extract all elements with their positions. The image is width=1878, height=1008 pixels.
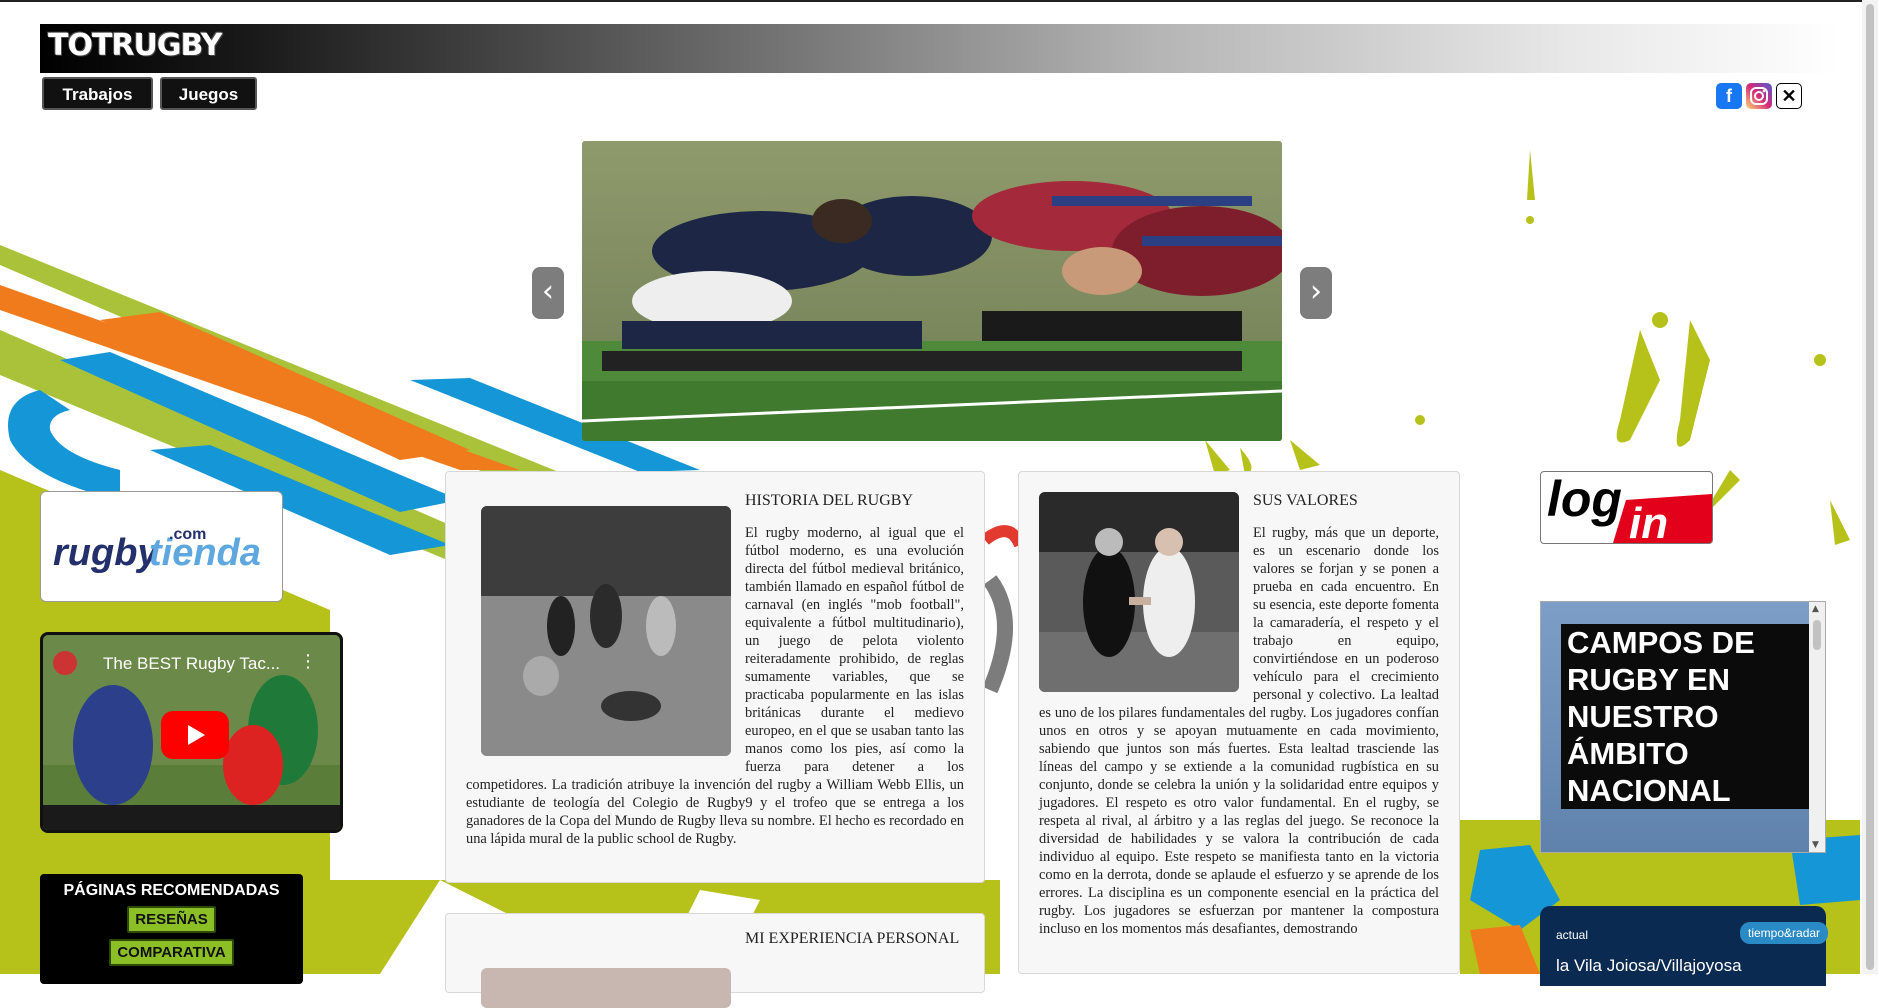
rugbytienda-logo: rugby tienda .com (53, 526, 261, 574)
page-scrollbar-thumb[interactable] (1866, 4, 1874, 970)
youtube-video-embed[interactable]: The BEST Rugby Tac... ⋮ (40, 632, 343, 833)
rugbytienda-banner[interactable]: rugby tienda .com (40, 491, 283, 602)
carousel-prev-button[interactable]: ‹ (532, 267, 564, 319)
svg-text:in: in (1629, 499, 1668, 543)
campos-widget[interactable]: CAMPOS DE RUGBY EN NUESTRO ÁMBITO NACION… (1540, 601, 1826, 853)
weather-brand[interactable]: tiempo&radar (1740, 922, 1829, 944)
experiencia-title: MI EXPERIENCIA PERSONAL (745, 930, 960, 947)
channel-avatar (53, 651, 77, 675)
weather-location: la Vila Joiosa/Villajoyosa (1556, 956, 1742, 975)
play-icon (188, 725, 205, 745)
video-title[interactable]: The BEST Rugby Tac... (103, 654, 280, 674)
article-historia: HISTORIA DEL RUGBY El rugby moderno, al … (445, 471, 985, 883)
carousel-next-button[interactable]: › (1300, 267, 1332, 319)
historia-photo (481, 506, 731, 756)
valores-photo (1039, 492, 1239, 692)
login-logo: log in (1547, 472, 1712, 543)
instagram-icon[interactable] (1746, 83, 1772, 109)
experiencia-photo (481, 968, 731, 1008)
header-bar (40, 24, 1840, 73)
svg-text:.com: .com (169, 526, 206, 543)
nav-trabajos-button[interactable]: Trabajos (42, 77, 153, 110)
weather-widget[interactable]: actual tiempo&radar la Vila Joiosa/Villa… (1540, 906, 1829, 986)
site-logo[interactable]: TOTRUGBY (48, 28, 222, 63)
carousel-image (582, 141, 1282, 441)
comparativa-button[interactable]: COMPARATIVA (109, 939, 234, 966)
article-experiencia: MI EXPERIENCIA PERSONAL (445, 913, 985, 1008)
youtube-play-button[interactable] (161, 711, 229, 759)
video-menu-icon[interactable]: ⋮ (299, 651, 317, 672)
facebook-icon[interactable]: f (1716, 83, 1742, 109)
recommended-title: PÁGINAS RECOMENDADAS (63, 882, 280, 899)
svg-text:rugby: rugby (53, 532, 160, 574)
campos-scrollbar[interactable]: ▲ ▼ (1809, 602, 1825, 852)
weather-label: actual (1556, 928, 1589, 942)
top-border (0, 0, 1878, 2)
login-banner[interactable]: log in (1540, 471, 1713, 544)
campos-title: CAMPOS DE RUGBY EN NUESTRO ÁMBITO NACION… (1561, 624, 1813, 809)
svg-text:log: log (1547, 472, 1622, 527)
recommended-pages-box: PÁGINAS RECOMENDADAS RESEÑAS COMPARATIVA (40, 874, 303, 984)
nav-juegos-button[interactable]: Juegos (160, 77, 257, 110)
resenas-button[interactable]: RESEÑAS (127, 906, 216, 933)
article-valores: SUS VALORES El rugby, más que un deporte… (1018, 471, 1460, 974)
x-icon[interactable]: ✕ (1776, 83, 1802, 109)
